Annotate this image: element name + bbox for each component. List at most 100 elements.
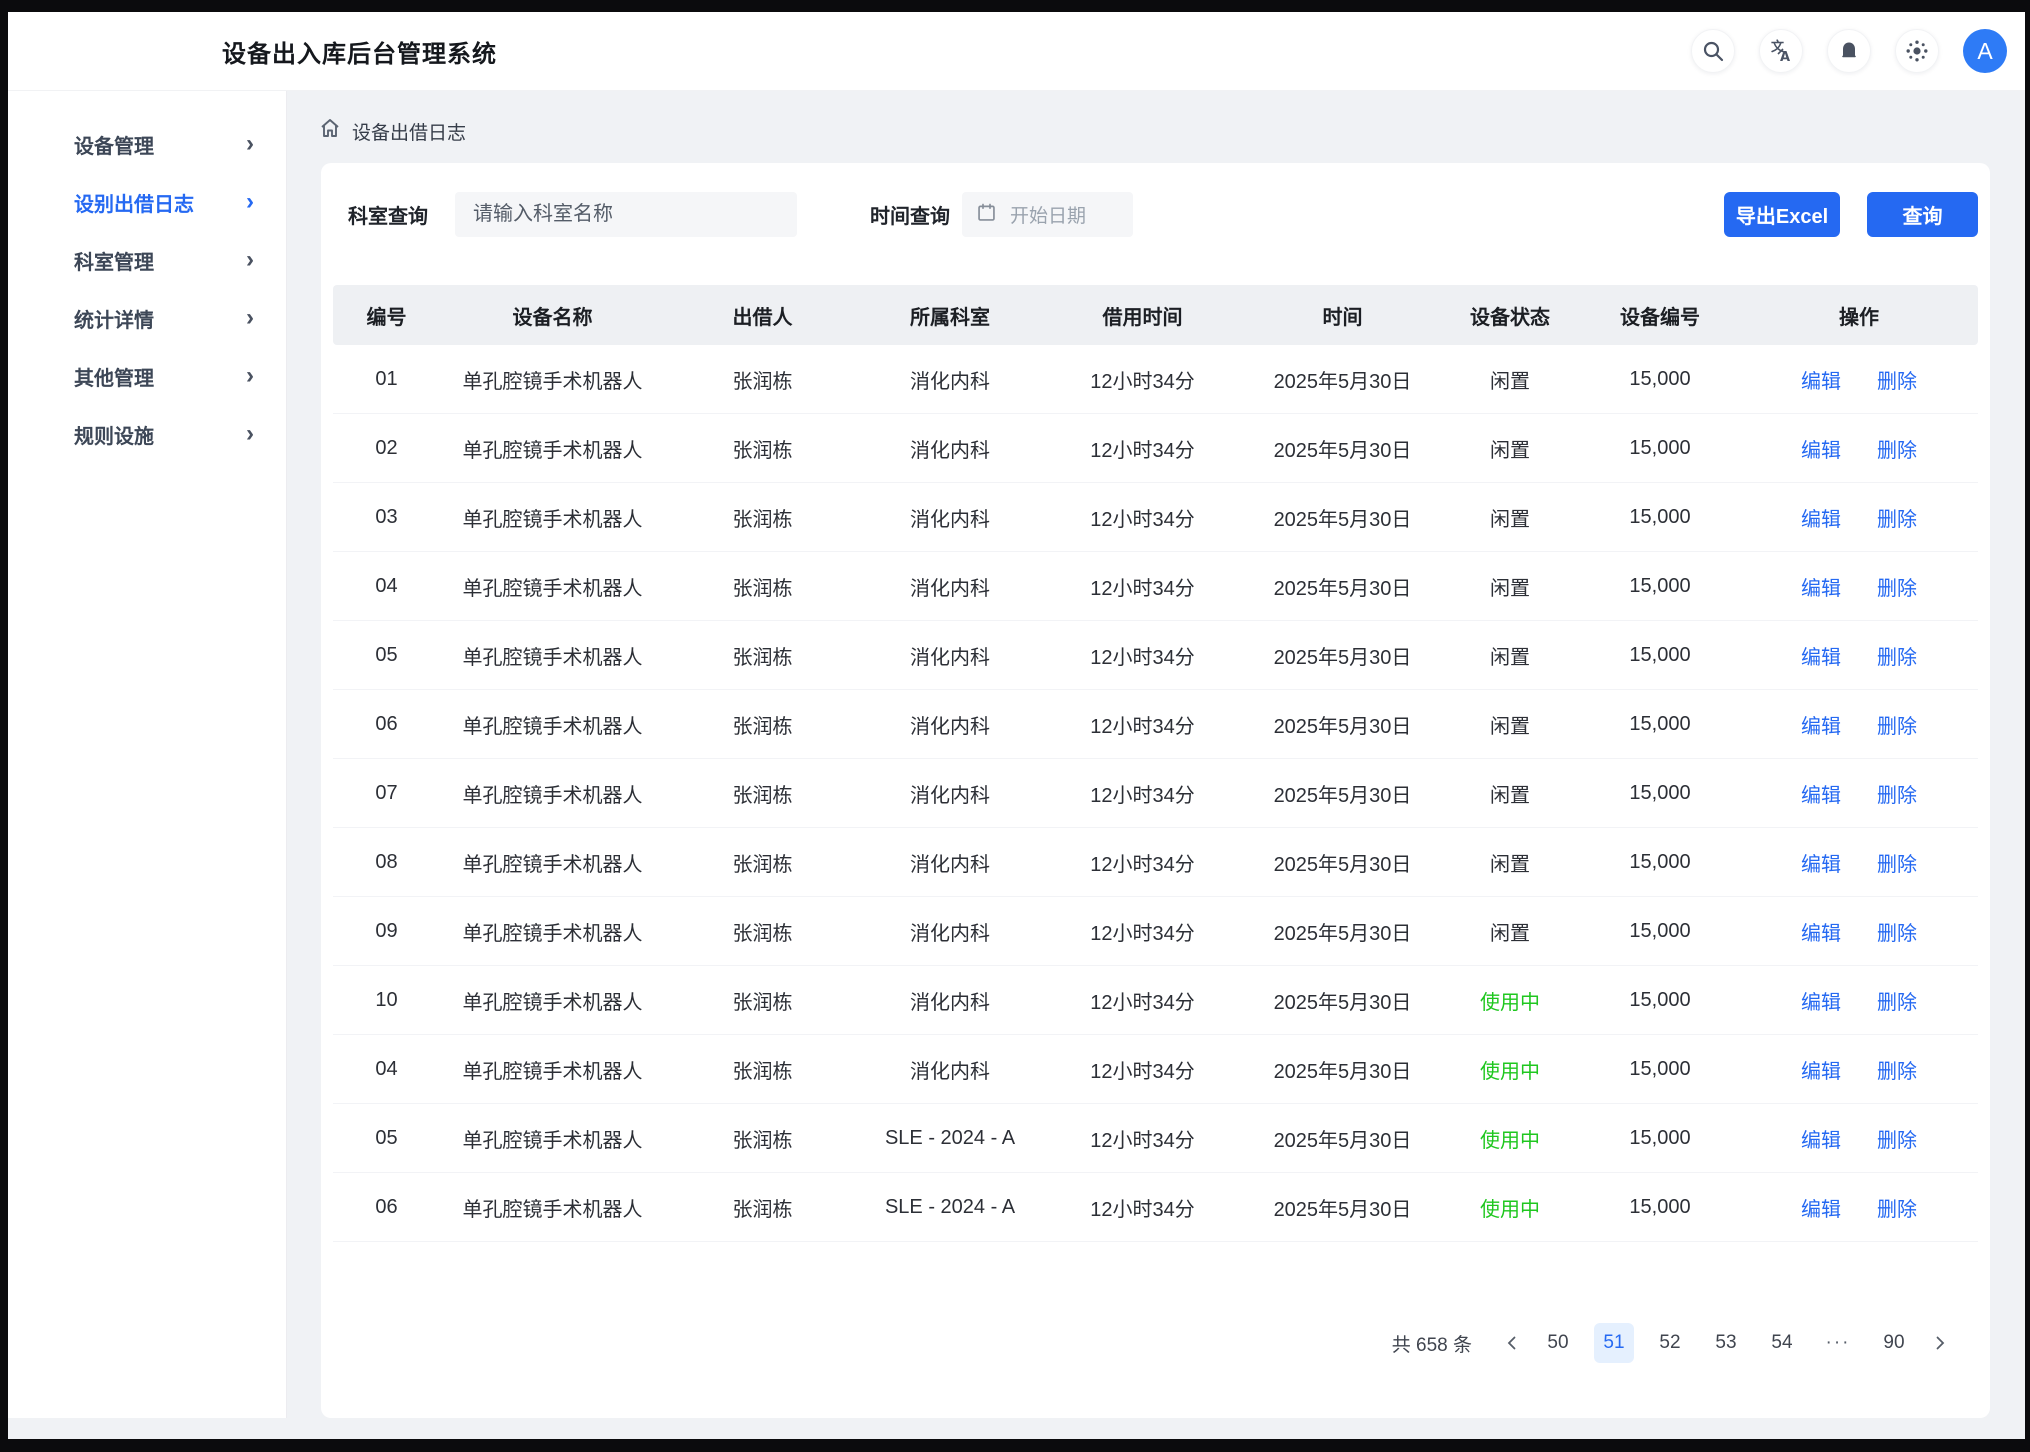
cell-borrower: 张润栋 [665,641,860,670]
main-area: 设备出借日志 科室查询 时间查询 开始日期 [287,91,2025,1439]
page-number[interactable]: 53 [1706,1323,1746,1363]
edit-link[interactable]: 编辑 [1801,917,1841,946]
delete-link[interactable]: 删除 [1877,710,1917,739]
cell-actions: 编辑 删除 [1740,848,1978,877]
app-title: 设备出入库后台管理系统 [222,34,497,69]
translate-button[interactable]: 文 A [1759,29,1803,73]
query-button[interactable]: 查询 [1867,192,1978,237]
delete-link[interactable]: 删除 [1877,779,1917,808]
delete-link[interactable]: 删除 [1877,572,1917,601]
edit-link[interactable]: 编辑 [1801,1124,1841,1153]
col-department: 所属科室 [860,301,1040,330]
sidebar-item[interactable]: 规则设施 › [8,405,286,463]
cell-borrow-duration: 12小时34分 [1040,848,1245,877]
cell-device-status: 闲置 [1440,641,1580,670]
cell-department: SLE - 2024 - A [860,1127,1040,1150]
table-row: 03 单孔腔镜手术机器人 张润栋 消化内科 12小时34分 2025年5月30日… [333,483,1978,552]
search-button[interactable] [1691,29,1735,73]
table-row: 06 单孔腔镜手术机器人 张润栋 SLE - 2024 - A 12小时34分 … [333,1173,1978,1242]
cell-device-status: 闲置 [1440,572,1580,601]
page-number[interactable]: 50 [1538,1323,1578,1363]
cell-time: 2025年5月30日 [1245,641,1440,670]
delete-link[interactable]: 删除 [1877,434,1917,463]
page-number[interactable]: 54 [1762,1323,1802,1363]
chevron-right-icon: › [246,364,254,388]
delete-link[interactable]: 删除 [1877,848,1917,877]
edit-link[interactable]: 编辑 [1801,572,1841,601]
next-page-icon[interactable] [1922,1323,1958,1363]
cell-number: 10 [333,989,440,1012]
notification-button[interactable] [1827,29,1871,73]
dept-search-input[interactable] [455,192,797,237]
col-device-name: 设备名称 [440,301,665,330]
delete-link[interactable]: 删除 [1877,503,1917,532]
page-number[interactable]: 51 [1594,1323,1634,1363]
cell-actions: 编辑 删除 [1740,1055,1978,1084]
cell-borrow-duration: 12小时34分 [1040,434,1245,463]
edit-link[interactable]: 编辑 [1801,710,1841,739]
edit-link[interactable]: 编辑 [1801,1193,1841,1222]
breadcrumb-label: 设备出借日志 [352,118,466,145]
avatar[interactable]: A [1963,29,2007,73]
page-ellipsis[interactable]: ··· [1818,1323,1858,1363]
cell-device-name: 单孔腔镜手术机器人 [440,572,665,601]
cell-device-number: 15,000 [1580,713,1740,736]
cell-number: 08 [333,851,440,874]
cell-time: 2025年5月30日 [1245,503,1440,532]
page-number[interactable]: 90 [1874,1323,1914,1363]
cell-borrow-duration: 12小时34分 [1040,986,1245,1015]
start-date-picker[interactable]: 开始日期 [962,192,1133,237]
pagination: 共 658 条 5051525354···90 [1392,1323,1958,1363]
cell-borrow-duration: 12小时34分 [1040,1193,1245,1222]
cell-department: 消化内科 [860,503,1040,532]
cell-device-number: 15,000 [1580,1058,1740,1081]
cell-actions: 编辑 删除 [1740,1193,1978,1222]
delete-link[interactable]: 删除 [1877,641,1917,670]
edit-link[interactable]: 编辑 [1801,365,1841,394]
theme-button[interactable] [1895,29,1939,73]
chevron-right-icon: › [246,190,254,214]
col-actions: 操作 [1740,301,1978,330]
edit-link[interactable]: 编辑 [1801,848,1841,877]
cell-department: 消化内科 [860,365,1040,394]
edit-link[interactable]: 编辑 [1801,779,1841,808]
delete-link[interactable]: 删除 [1877,986,1917,1015]
cell-number: 06 [333,713,440,736]
cell-borrower: 张润栋 [665,710,860,739]
prev-page-icon[interactable] [1494,1323,1530,1363]
delete-link[interactable]: 删除 [1877,365,1917,394]
export-excel-button[interactable]: 导出Excel [1724,192,1840,237]
cell-number: 05 [333,1127,440,1150]
cell-actions: 编辑 删除 [1740,365,1978,394]
edit-link[interactable]: 编辑 [1801,641,1841,670]
chevron-right-icon: › [246,248,254,272]
cell-borrower: 张润栋 [665,1055,860,1084]
cell-device-status: 闲置 [1440,710,1580,739]
chevron-right-icon: › [246,306,254,330]
delete-link[interactable]: 删除 [1877,1124,1917,1153]
edit-link[interactable]: 编辑 [1801,1055,1841,1084]
page-number[interactable]: 52 [1650,1323,1690,1363]
cell-device-status: 使用中 [1440,986,1580,1015]
sidebar-item[interactable]: 统计详情 › [8,289,286,347]
edit-link[interactable]: 编辑 [1801,986,1841,1015]
cell-borrower: 张润栋 [665,503,860,532]
edit-link[interactable]: 编辑 [1801,503,1841,532]
delete-link[interactable]: 删除 [1877,917,1917,946]
cell-borrower: 张润栋 [665,1124,860,1153]
sidebar-item[interactable]: 设别出借日志 › [8,173,286,231]
sidebar-item-label: 设备管理 [74,130,154,159]
cell-device-status: 闲置 [1440,779,1580,808]
delete-link[interactable]: 删除 [1877,1193,1917,1222]
sidebar-item[interactable]: 设备管理 › [8,115,286,173]
cell-device-number: 15,000 [1580,575,1740,598]
cell-time: 2025年5月30日 [1245,986,1440,1015]
cell-device-name: 单孔腔镜手术机器人 [440,710,665,739]
sidebar-item[interactable]: 其他管理 › [8,347,286,405]
content-card: 科室查询 时间查询 开始日期 导出Excel 查 [321,163,1990,1418]
cell-actions: 编辑 删除 [1740,641,1978,670]
delete-link[interactable]: 删除 [1877,1055,1917,1084]
cell-borrow-duration: 12小时34分 [1040,710,1245,739]
edit-link[interactable]: 编辑 [1801,434,1841,463]
sidebar-item[interactable]: 科室管理 › [8,231,286,289]
